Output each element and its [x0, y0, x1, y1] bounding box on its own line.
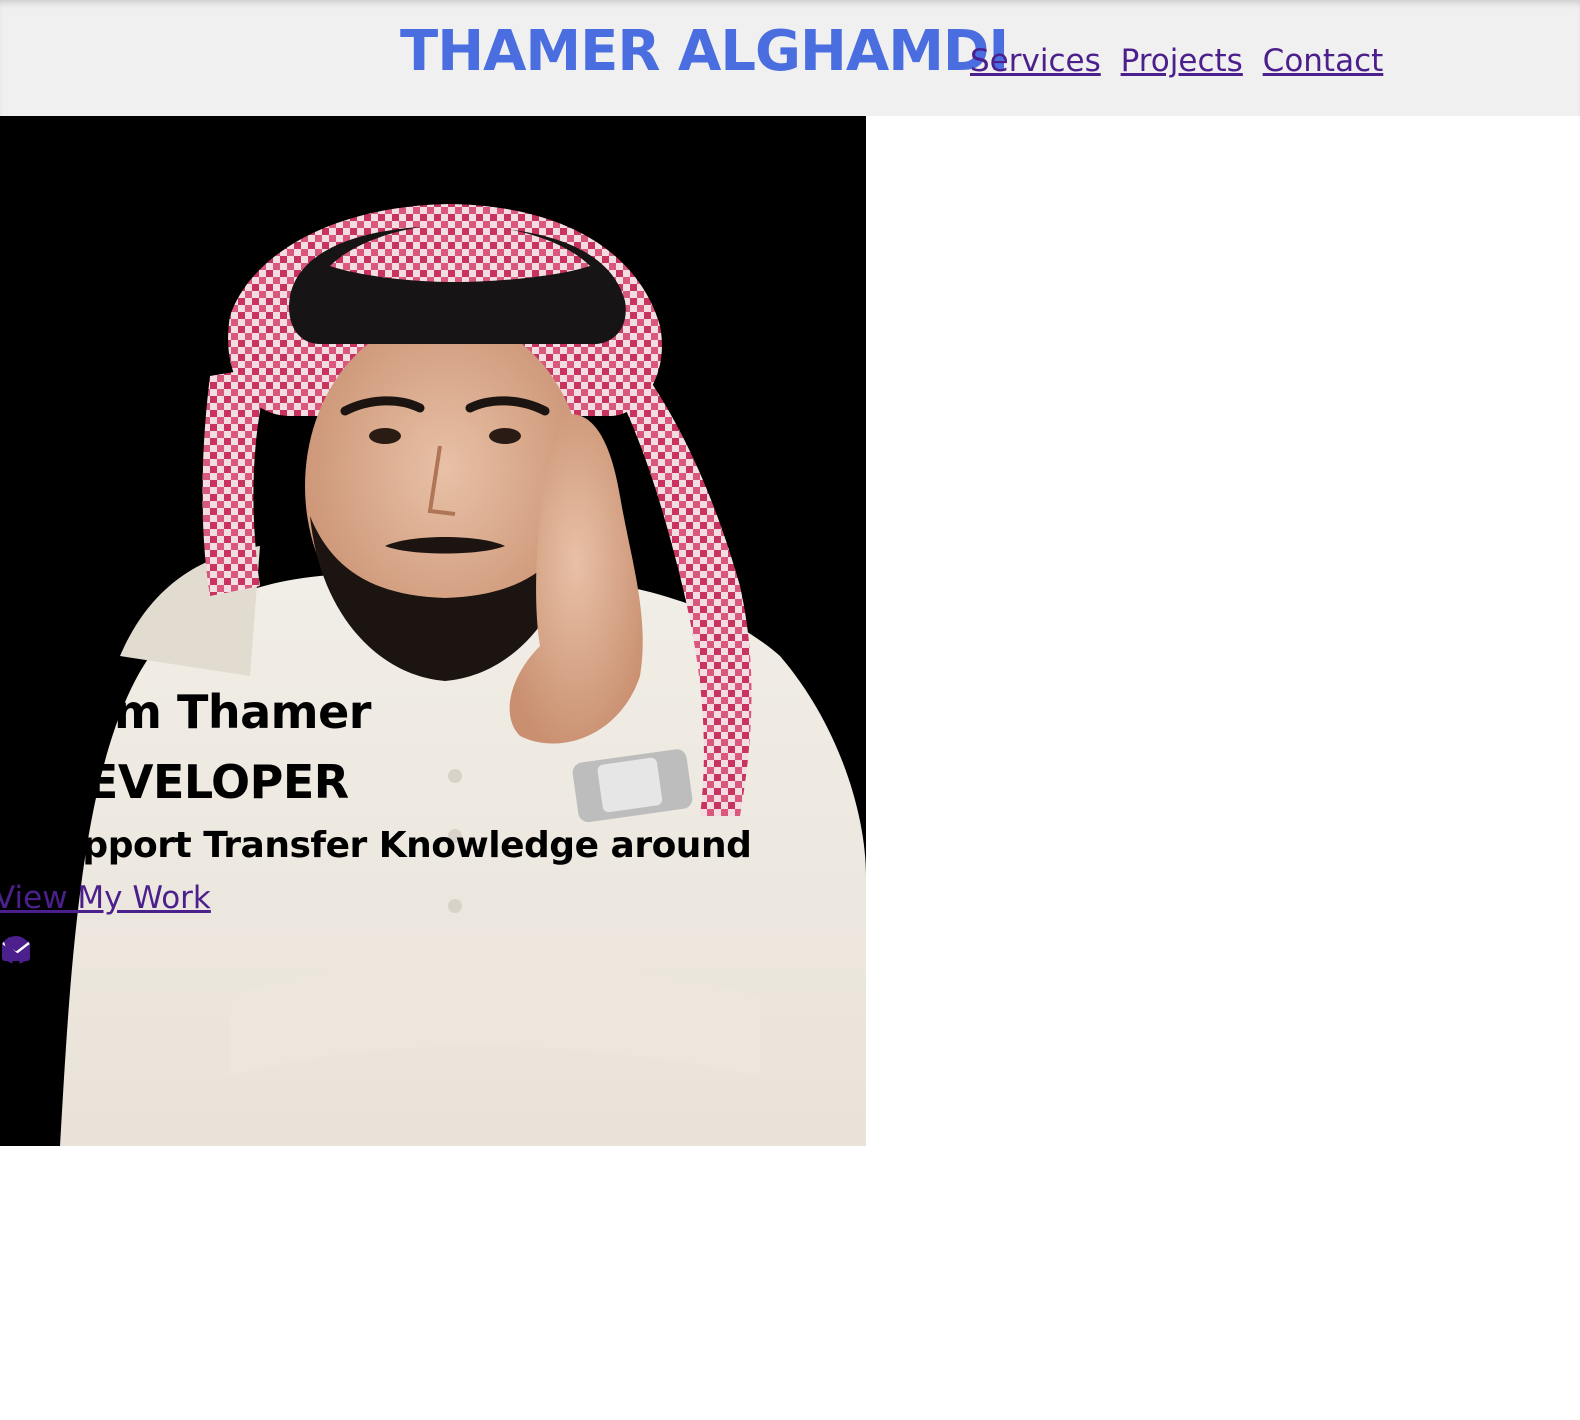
hero-role: WEB DEVELOPER — [0, 755, 349, 809]
nav-link-projects[interactable]: Projects — [1121, 43, 1243, 79]
phone-icon[interactable] — [4, 934, 112, 966]
nav-link-contact[interactable]: Contact — [1263, 43, 1384, 79]
social-links — [0, 934, 112, 966]
nav-link-services[interactable]: Services — [970, 43, 1101, 79]
hero-section: Hello I'm Thamer WEB DEVELOPER We Suppor… — [0, 116, 866, 1146]
site-header: THAMER ALGHAMDI Services Projects Contac… — [0, 0, 1580, 116]
hero-greeting: Hello I'm Thamer — [0, 685, 371, 739]
view-my-work-link[interactable]: View My Work — [0, 876, 211, 920]
main-nav: Services Projects Contact — [970, 38, 1393, 84]
hero-tagline: We Support Transfer Knowledge around — [0, 825, 752, 866]
envelope-icon[interactable] — [2, 934, 72, 966]
site-brand[interactable]: THAMER ALGHAMDI — [400, 16, 1009, 88]
